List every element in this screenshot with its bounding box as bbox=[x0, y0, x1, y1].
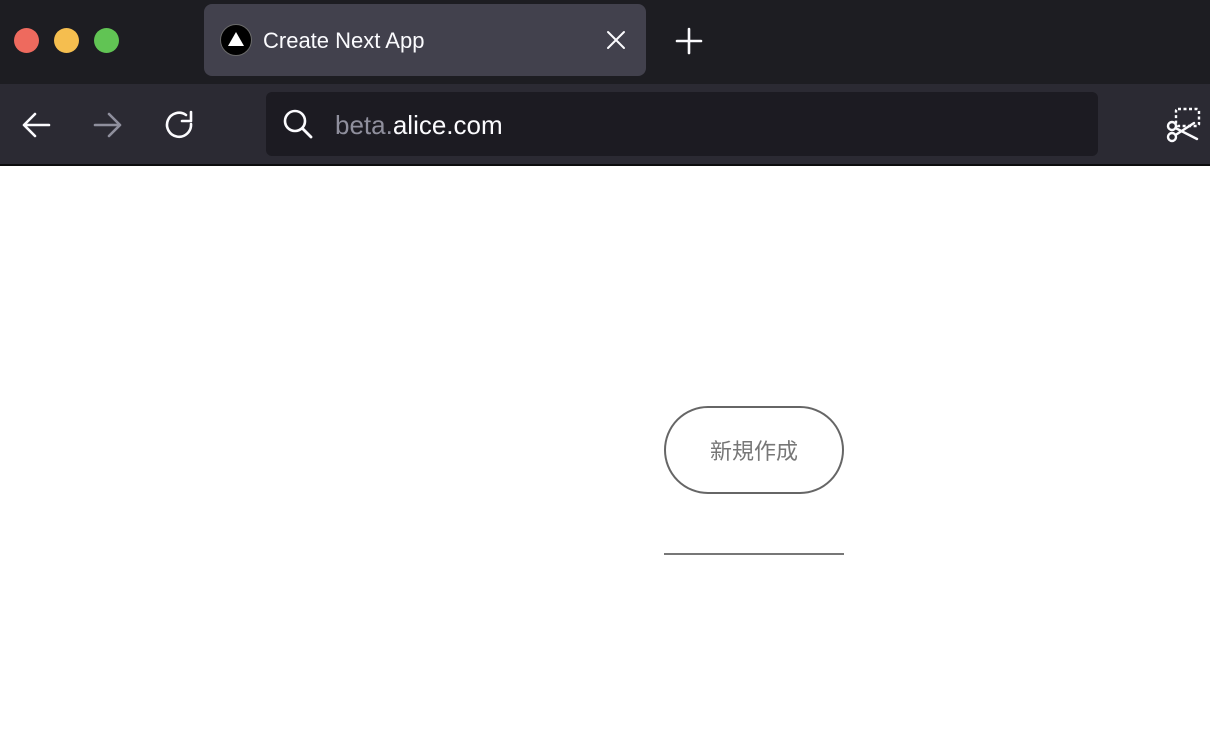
page-content: 新規作成 bbox=[0, 166, 1210, 744]
tab-strip: Create Next App bbox=[0, 0, 1210, 84]
forward-arrow-icon[interactable] bbox=[92, 109, 124, 141]
url-text[interactable]: beta.alice.com bbox=[335, 110, 503, 140]
window-minimize-button[interactable] bbox=[54, 28, 79, 53]
browser-window: Create Next App beta.alice.com 新規作成 bbox=[0, 0, 1210, 744]
back-arrow-icon[interactable] bbox=[20, 109, 52, 141]
search-icon bbox=[282, 108, 314, 140]
new-tab-plus-icon[interactable] bbox=[675, 27, 703, 55]
divider-line bbox=[664, 553, 844, 555]
screenshot-scissors-icon[interactable] bbox=[1164, 106, 1202, 144]
nextjs-triangle-icon bbox=[220, 24, 252, 56]
create-new-button[interactable]: 新規作成 bbox=[664, 406, 844, 494]
tab-title: Create Next App bbox=[263, 28, 425, 53]
window-close-button[interactable] bbox=[14, 28, 39, 53]
window-maximize-button[interactable] bbox=[94, 28, 119, 53]
navigation-toolbar: beta.alice.com bbox=[0, 84, 1210, 166]
address-bar[interactable]: beta.alice.com bbox=[266, 92, 1098, 156]
url-domain: alice.com bbox=[392, 110, 503, 140]
tab-close-icon[interactable] bbox=[606, 30, 626, 50]
tab-active[interactable]: Create Next App bbox=[204, 4, 646, 76]
url-subdomain: beta. bbox=[335, 110, 393, 140]
reload-icon[interactable] bbox=[164, 109, 196, 141]
